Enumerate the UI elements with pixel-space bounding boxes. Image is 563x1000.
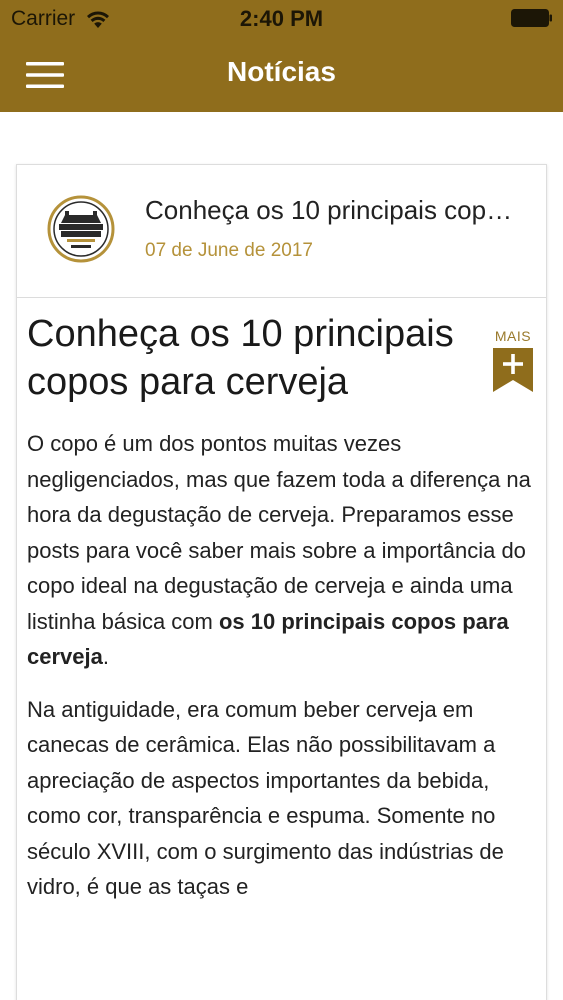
paragraph-1-end: . [102, 644, 109, 669]
top-bar: Carrier 2:40 PM Notícias [0, 0, 563, 112]
cidade-imperial-logo-icon [47, 195, 115, 263]
plus-bookmark-icon [493, 348, 533, 392]
battery-icon [511, 9, 552, 27]
news-card-title: Conheça os 10 principais copos para cerv… [145, 195, 525, 225]
status-time: 2:40 PM [239, 6, 324, 31]
app-screen: Carrier 2:40 PM Notícias Conheça os 10 p… [0, 0, 563, 1000]
more-label: MAIS [494, 328, 532, 344]
news-card: Conheça os 10 principais copos para cerv… [16, 164, 547, 1000]
article-paragraph-1: O copo é um dos pontos muitas vezes negl… [27, 426, 532, 675]
more-button[interactable]: MAIS [492, 328, 534, 392]
paragraph-1-text: O copo é um dos pontos muitas vezes negl… [27, 431, 531, 634]
news-card-body: MAIS Conheça os 10 principais copos para… [17, 298, 546, 905]
news-card-date: 07 de June de 2017 [145, 240, 313, 261]
article-title: Conheça os 10 principais copos para cerv… [27, 313, 454, 403]
page-title: Notícias [227, 56, 336, 87]
news-card-header[interactable]: Conheça os 10 principais copos para cerv… [17, 165, 546, 298]
article-paragraph-2: Na antiguidade, era comum beber cerveja … [27, 696, 504, 900]
status-bar: Carrier 2:40 PM [0, 0, 563, 36]
navigation-bar: Notícias [0, 36, 563, 112]
